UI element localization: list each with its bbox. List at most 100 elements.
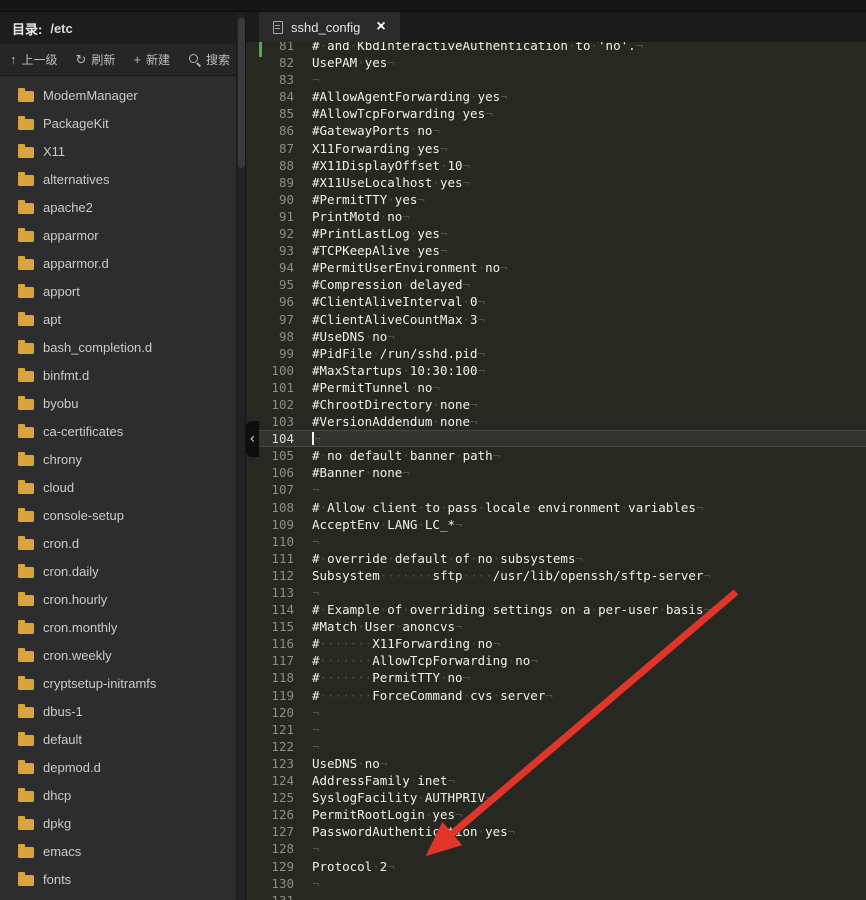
code-line-98[interactable]: 98#UseDNS·no¬ (246, 328, 866, 345)
code-line-89[interactable]: 89#X11UseLocalhost·yes¬ (246, 174, 866, 191)
code-line-96[interactable]: 96#ClientAliveInterval·0¬ (246, 293, 866, 310)
code-line-84[interactable]: 84#AllowAgentForwarding·yes¬ (246, 88, 866, 105)
code-line-109[interactable]: 109AcceptEnv·LANG·LC_*¬ (246, 516, 866, 533)
code-line-120[interactable]: 120¬ (246, 704, 866, 721)
code-text: #·······X11Forwarding·no¬ (304, 635, 500, 652)
code-line-113[interactable]: 113¬ (246, 584, 866, 601)
code-line-81[interactable]: 81#·and·KbdInteractiveAuthentication·to·… (246, 42, 866, 54)
folder-item-X11[interactable]: X11 (0, 137, 245, 165)
line-number: 99 (246, 345, 304, 362)
folder-item-alternatives[interactable]: alternatives (0, 165, 245, 193)
code-line-130[interactable]: 130¬ (246, 875, 866, 892)
code-line-94[interactable]: 94#PermitUserEnvironment·no¬ (246, 259, 866, 276)
folder-item-bash_completion.d[interactable]: bash_completion.d (0, 333, 245, 361)
folder-item-default[interactable]: default (0, 725, 245, 753)
code-line-128[interactable]: 128¬ (246, 840, 866, 857)
code-line-115[interactable]: 115#Match·User·anoncvs¬ (246, 618, 866, 635)
folder-item-apt[interactable]: apt (0, 305, 245, 333)
code-line-117[interactable]: 117#·······AllowTcpForwarding·no¬ (246, 652, 866, 669)
code-line-127[interactable]: 127PasswordAuthentication·yes¬ (246, 823, 866, 840)
folder-item-apport[interactable]: apport (0, 277, 245, 305)
code-line-108[interactable]: 108#·Allow·client·to·pass·locale·environ… (246, 499, 866, 516)
code-line-105[interactable]: 105#·no·default·banner·path¬ (246, 447, 866, 464)
code-line-121[interactable]: 121¬ (246, 721, 866, 738)
code-line-119[interactable]: 119#·······ForceCommand·cvs·server¬ (246, 687, 866, 704)
code-line-82[interactable]: 82UsePAM·yes¬ (246, 54, 866, 71)
folder-item-cloud[interactable]: cloud (0, 473, 245, 501)
code-line-112[interactable]: 112Subsystem·······sftp····/usr/lib/open… (246, 567, 866, 584)
sidebar-scrollbar[interactable] (236, 12, 245, 900)
up-icon: ↑ (10, 53, 17, 66)
code-line-100[interactable]: 100#MaxStartups·10:30:100¬ (246, 362, 866, 379)
folder-item-dbus-1[interactable]: dbus-1 (0, 697, 245, 725)
code-line-123[interactable]: 123UseDNS·no¬ (246, 755, 866, 772)
new-button-label: 新建 (146, 51, 170, 68)
tab-sshd-config[interactable]: sshd_config × (259, 12, 400, 42)
code-line-125[interactable]: 125SyslogFacility·AUTHPRIV¬ (246, 789, 866, 806)
code-line-106[interactable]: 106#Banner·none¬ (246, 464, 866, 481)
folder-item-cron.weekly[interactable]: cron.weekly (0, 641, 245, 669)
code-line-111[interactable]: 111#·override·default·of·no·subsystems¬ (246, 550, 866, 567)
folder-item-apparmor.d[interactable]: apparmor.d (0, 249, 245, 277)
folder-item-fonts[interactable]: fonts (0, 865, 245, 893)
code-line-124[interactable]: 124AddressFamily·inet¬ (246, 772, 866, 789)
code-line-122[interactable]: 122¬ (246, 738, 866, 755)
code-line-86[interactable]: 86#GatewayPorts·no¬ (246, 122, 866, 139)
code-line-97[interactable]: 97#ClientAliveCountMax·3¬ (246, 311, 866, 328)
code-line-131[interactable]: 131¬ (246, 892, 866, 900)
directory-header: 目录: /etc (0, 12, 245, 44)
new-button[interactable]: +新建 (133, 51, 170, 68)
folder-item-cron.hourly[interactable]: cron.hourly (0, 585, 245, 613)
folder-item-emacs[interactable]: emacs (0, 837, 245, 865)
code-line-114[interactable]: 114#·Example·of·overriding·settings·on·a… (246, 601, 866, 618)
folder-item-ModemManager[interactable]: ModemManager (0, 81, 245, 109)
code-line-95[interactable]: 95#Compression·delayed¬ (246, 276, 866, 293)
code-line-107[interactable]: 107¬ (246, 481, 866, 498)
code-line-85[interactable]: 85#AllowTcpForwarding·yes¬ (246, 105, 866, 122)
code-line-92[interactable]: 92#PrintLastLog·yes¬ (246, 225, 866, 242)
folder-item-cron.daily[interactable]: cron.daily (0, 557, 245, 585)
folder-item-apache2[interactable]: apache2 (0, 193, 245, 221)
folder-item-depmod.d[interactable]: depmod.d (0, 753, 245, 781)
refresh-button[interactable]: ↻刷新 (76, 51, 116, 68)
code-line-110[interactable]: 110¬ (246, 533, 866, 550)
line-number: 101 (246, 379, 304, 396)
folder-item-PackageKit[interactable]: PackageKit (0, 109, 245, 137)
code-text: #GatewayPorts·no¬ (304, 122, 440, 139)
code-line-116[interactable]: 116#·······X11Forwarding·no¬ (246, 635, 866, 652)
code-line-90[interactable]: 90#PermitTTY·yes¬ (246, 191, 866, 208)
code-text: #·Example·of·overriding·settings·on·a·pe… (304, 601, 711, 618)
code-area[interactable]: 81#·and·KbdInteractiveAuthentication·to·… (246, 42, 866, 900)
tab-close-icon[interactable]: × (376, 19, 385, 35)
folder-item-cron.monthly[interactable]: cron.monthly (0, 613, 245, 641)
code-line-129[interactable]: 129Protocol·2¬ (246, 858, 866, 875)
code-line-83[interactable]: 83¬ (246, 71, 866, 88)
folder-name: binfmt.d (43, 368, 89, 383)
code-line-93[interactable]: 93#TCPKeepAlive·yes¬ (246, 242, 866, 259)
code-line-104[interactable]: 104¬ (246, 430, 866, 447)
code-line-102[interactable]: 102#ChrootDirectory·none¬ (246, 396, 866, 413)
sidebar-scrollbar-thumb[interactable] (238, 18, 245, 168)
code-line-118[interactable]: 118#·······PermitTTY·no¬ (246, 669, 866, 686)
folder-item-apparmor[interactable]: apparmor (0, 221, 245, 249)
folder-item-binfmt.d[interactable]: binfmt.d (0, 361, 245, 389)
search-button[interactable]: 搜索 (188, 51, 230, 68)
folder-item-dpkg[interactable]: dpkg (0, 809, 245, 837)
code-line-87[interactable]: 87X11Forwarding·yes¬ (246, 140, 866, 157)
folder-item-ca-certificates[interactable]: ca-certificates (0, 417, 245, 445)
sidebar-collapse-handle[interactable]: ‹ (246, 421, 259, 457)
code-line-101[interactable]: 101#PermitTunnel·no¬ (246, 379, 866, 396)
folder-item-cryptsetup-initramfs[interactable]: cryptsetup-initramfs (0, 669, 245, 697)
code-line-88[interactable]: 88#X11DisplayOffset·10¬ (246, 157, 866, 174)
code-line-126[interactable]: 126PermitRootLogin·yes¬ (246, 806, 866, 823)
code-line-91[interactable]: 91PrintMotd·no¬ (246, 208, 866, 225)
folder-item-chrony[interactable]: chrony (0, 445, 245, 473)
folder-item-console-setup[interactable]: console-setup (0, 501, 245, 529)
code-line-103[interactable]: 103#VersionAddendum·none¬ (246, 413, 866, 430)
line-number: 112 (246, 567, 304, 584)
parent-dir-button[interactable]: ↑上一级 (10, 51, 58, 68)
folder-item-byobu[interactable]: byobu (0, 389, 245, 417)
folder-item-cron.d[interactable]: cron.d (0, 529, 245, 557)
code-line-99[interactable]: 99#PidFile·/run/sshd.pid¬ (246, 345, 866, 362)
folder-item-dhcp[interactable]: dhcp (0, 781, 245, 809)
